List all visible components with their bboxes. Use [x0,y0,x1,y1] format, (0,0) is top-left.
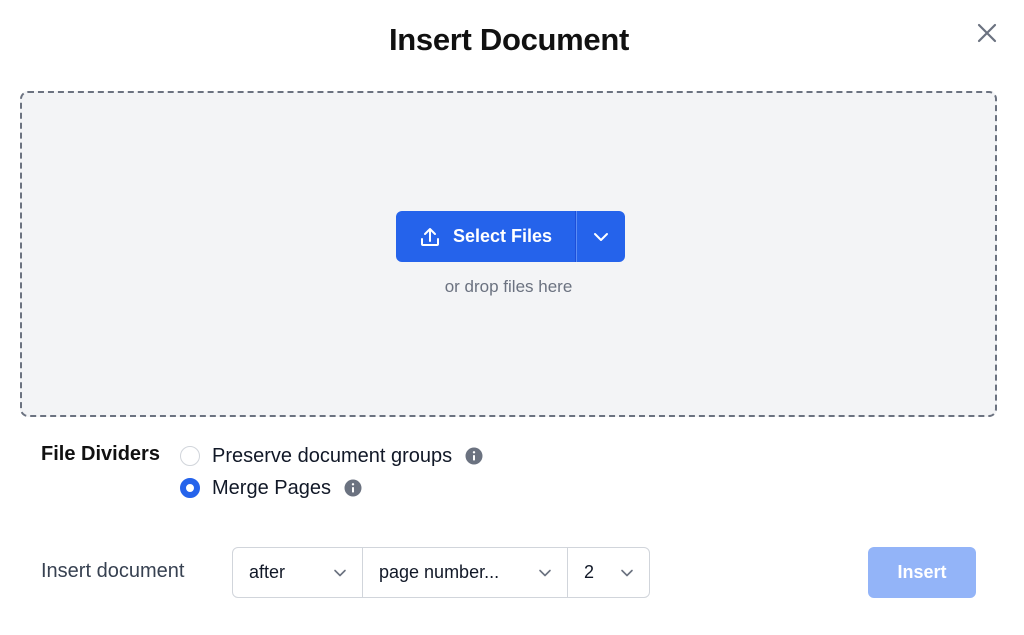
select-files-button-group: Select Files [396,211,625,262]
insert-button[interactable]: Insert [868,547,976,598]
radio-label-merge: Merge Pages [212,476,331,499]
chevron-down-icon [334,569,346,576]
select-files-button[interactable]: Select Files [396,211,576,262]
page-number-select-value: 2 [584,562,595,582]
insert-document-dialog: Insert Document Select Files or drop fil… [0,0,1024,635]
select-files-dropdown-button[interactable] [576,211,625,262]
info-icon[interactable] [344,479,362,497]
chevron-down-icon [621,569,633,576]
radio-merge-pages[interactable]: Merge Pages [180,475,362,501]
reference-type-select-value: page number... [379,562,500,582]
insert-position-selects: after page number... 2 [232,547,650,598]
info-icon[interactable] [465,447,483,465]
page-number-select[interactable]: 2 [567,548,649,597]
radio-button-merge[interactable] [180,478,200,498]
close-icon [977,23,997,43]
radio-label-preserve: Preserve document groups [212,444,453,467]
file-drop-zone[interactable]: Select Files or drop files here [20,91,997,417]
position-select-value: after [249,562,286,582]
position-select[interactable]: after [233,548,362,597]
reference-type-select[interactable]: page number... [362,548,567,597]
radio-preserve-document-groups[interactable]: Preserve document groups [180,443,483,469]
file-dividers-label: File Dividers [41,443,160,465]
dialog-title: Insert Document [388,22,630,57]
chevron-down-icon [594,232,608,241]
upload-icon [420,227,439,246]
insert-document-label: Insert document [41,560,185,582]
radio-button-preserve[interactable] [180,446,200,466]
select-files-label: Select Files [452,226,553,246]
close-button[interactable] [972,18,1002,48]
drop-hint: or drop files here [444,277,573,296]
chevron-down-icon [539,569,551,576]
